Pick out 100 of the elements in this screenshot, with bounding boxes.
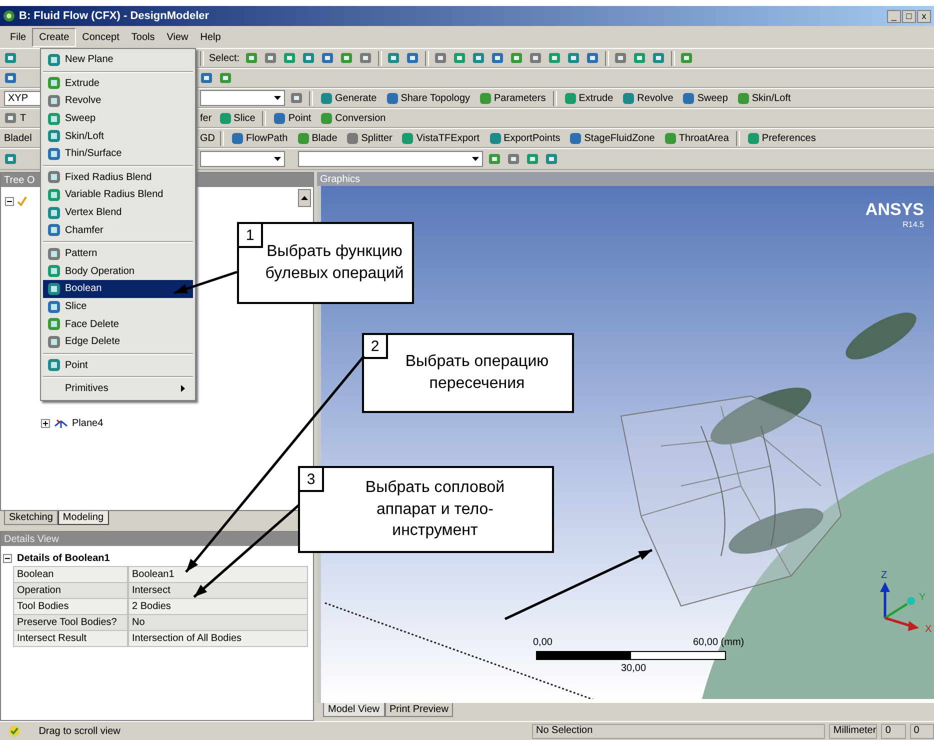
window-control[interactable]: _	[887, 10, 901, 22]
tool-icon[interactable]	[4, 152, 18, 166]
tool-icon[interactable]	[545, 152, 559, 166]
menu-item[interactable]: Concept	[76, 28, 126, 46]
tool-icon[interactable]	[320, 51, 335, 65]
tool-icon[interactable]	[632, 51, 647, 65]
tool-icon[interactable]	[528, 51, 543, 65]
tool-icon[interactable]	[4, 51, 18, 65]
tool-icon[interactable]	[526, 152, 540, 166]
tool-icon[interactable]	[219, 71, 233, 85]
toolbar-button[interactable]: VistaTFExport	[399, 132, 482, 144]
menu-item[interactable]: Edge Delete	[43, 332, 193, 350]
tool-icon[interactable]	[244, 51, 259, 65]
toolbar-button[interactable]: FlowPath	[229, 132, 290, 144]
toolbar-button[interactable]: Generate	[318, 92, 379, 104]
expander-icon[interactable]	[5, 196, 14, 206]
toolbar-button[interactable]: Slice	[216, 112, 258, 124]
property-value[interactable]: 2 Bodies	[128, 598, 308, 614]
menu-item[interactable]: File	[4, 28, 32, 46]
toolbar-button[interactable]: ThroatArea	[662, 132, 731, 144]
toolbar-button[interactable]: Sweep	[680, 92, 730, 104]
tool-icon[interactable]	[4, 111, 18, 125]
tool-icon[interactable]	[510, 51, 524, 65]
toolbar-button[interactable]: StageFluidZone	[567, 132, 657, 144]
tool-icon[interactable]	[614, 51, 628, 65]
menu-item[interactable]: Primitives	[43, 380, 193, 398]
tool-icon[interactable]	[358, 51, 373, 65]
tool-icon[interactable]	[680, 51, 694, 65]
menu-item[interactable]: Face Delete	[43, 315, 193, 333]
toolbar-button[interactable]: Extrude	[562, 92, 616, 104]
menu-item[interactable]: Sweep	[43, 110, 193, 128]
expander-icon[interactable]	[41, 418, 50, 428]
toolbar-button[interactable]: Parameters	[477, 92, 548, 104]
menu-item[interactable]: Thin/Surface	[43, 144, 193, 163]
toolbar-button[interactable]: Skin/Loft	[734, 92, 793, 104]
tool-icon[interactable]	[452, 51, 467, 65]
tool-icon[interactable]	[488, 152, 502, 166]
menu-item[interactable]: Help	[194, 28, 227, 46]
tool-icon[interactable]	[434, 51, 448, 65]
menu-item[interactable]: Extrude	[43, 74, 193, 92]
tool-icon[interactable]	[290, 91, 304, 105]
tool-icon[interactable]	[548, 51, 562, 65]
toolbar-button[interactable]: Point	[271, 112, 314, 124]
panel-tab[interactable]: Modeling	[58, 511, 109, 525]
tool-icon[interactable]	[490, 51, 505, 65]
toolbar-button[interactable]: Conversion	[318, 112, 388, 124]
tool-icon	[47, 358, 61, 372]
tool-icon[interactable]	[264, 51, 278, 65]
menu-item[interactable]: Fixed Radius Blend	[43, 168, 193, 186]
tool-icon[interactable]	[406, 51, 420, 65]
menu-item[interactable]: New Plane	[43, 51, 193, 69]
tool-icon[interactable]	[652, 51, 666, 65]
collapse-icon[interactable]	[2, 554, 12, 562]
tool-icon[interactable]	[472, 51, 486, 65]
tool-icon	[47, 146, 61, 161]
toolbar-button[interactable]: Preferences	[744, 132, 818, 144]
menu-item[interactable]: Body Operation	[43, 262, 193, 280]
menu-item[interactable]: Chamfer	[43, 221, 193, 239]
property-value[interactable]: No	[128, 614, 308, 630]
view-tab[interactable]: Print Preview	[384, 703, 454, 717]
view-tab[interactable]: Model View	[323, 703, 385, 717]
tool-icon[interactable]	[586, 51, 600, 65]
menu-item[interactable]: Variable Radius Blend	[43, 186, 193, 204]
property-value[interactable]: Intersection of All Bodies	[128, 630, 308, 646]
toolbar-button[interactable]: Blade	[294, 132, 340, 144]
tool-icon[interactable]	[282, 51, 297, 65]
menu-item[interactable]: Skin/Loft	[43, 127, 193, 145]
scroll-up-icon	[301, 196, 308, 200]
window-control[interactable]: x	[917, 10, 931, 22]
property-name: Preserve Tool Bodies?	[13, 614, 128, 630]
menu-item[interactable]: Pattern	[43, 244, 193, 263]
tool-icon[interactable]	[4, 71, 18, 85]
tool-icon[interactable]	[566, 51, 581, 65]
toolbar-button[interactable]: ExportPoints	[486, 132, 562, 144]
menu-item[interactable]: Vertex Blend	[43, 204, 193, 222]
property-value[interactable]: Boolean1	[128, 566, 308, 582]
menu-item[interactable]: View	[160, 28, 194, 46]
menu-item[interactable]: Boolean	[43, 280, 193, 298]
tool-icon[interactable]	[200, 71, 214, 85]
menu-item[interactable]: Create	[32, 28, 76, 46]
property-value[interactable]: Intersect	[128, 582, 308, 598]
tool-icon[interactable]	[507, 152, 521, 166]
tree-item[interactable]: Plane4	[72, 418, 104, 428]
panel-tab[interactable]: Sketching	[4, 511, 58, 525]
window-control[interactable]: □	[902, 10, 916, 22]
tool-icon	[664, 132, 677, 144]
dropdown-field[interactable]	[200, 151, 285, 167]
tool-icon[interactable]	[302, 51, 316, 65]
dropdown-field[interactable]	[298, 151, 483, 167]
scrollbar[interactable]	[298, 189, 311, 207]
toolbar-button[interactable]: Share Topology	[384, 92, 472, 104]
tool-icon[interactable]	[386, 51, 401, 65]
menu-item[interactable]: Slice	[43, 298, 193, 316]
menu-item[interactable]: Point	[43, 356, 193, 374]
toolbar-button[interactable]: Revolve	[620, 92, 676, 104]
tool-icon[interactable]	[340, 51, 354, 65]
toolbar-button[interactable]: Splitter	[344, 132, 394, 144]
menu-item[interactable]: Revolve	[43, 92, 193, 110]
menu-item[interactable]: Tools	[125, 28, 161, 46]
dropdown-field[interactable]	[200, 90, 285, 106]
